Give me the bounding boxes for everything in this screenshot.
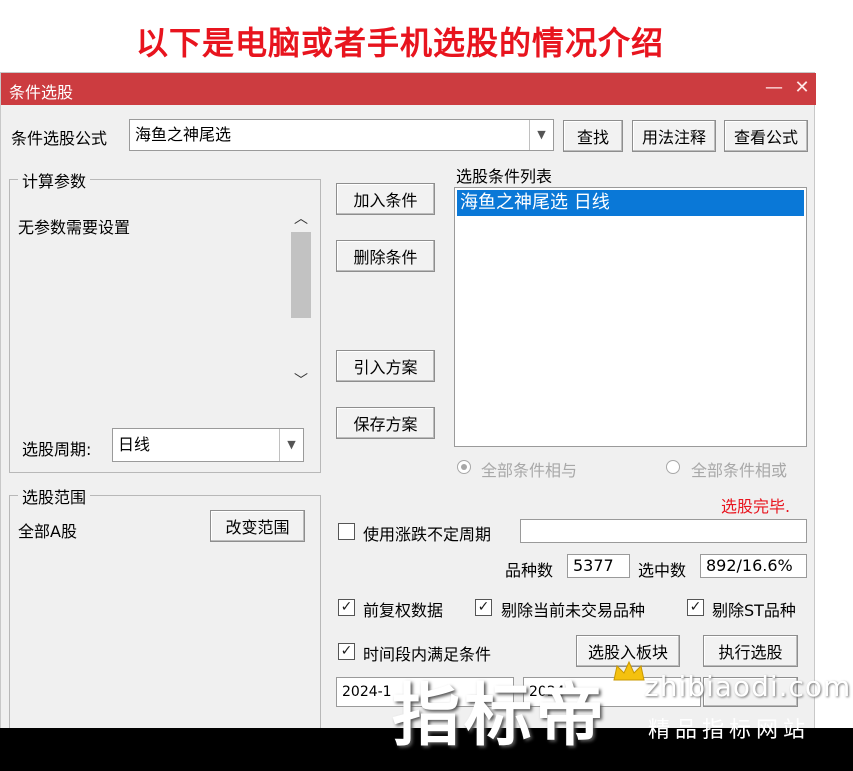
formula-value: 海鱼之神尾选 <box>135 125 232 144</box>
formula-select[interactable]: 海鱼之神尾选 ▼ <box>129 119 554 151</box>
import-scheme-button[interactable]: 引入方案 <box>336 350 435 382</box>
save-scheme-button[interactable]: 保存方案 <box>336 407 435 439</box>
exclude-st-label: 剔除ST品种 <box>712 601 796 620</box>
radio-and-label: 全部条件相与 <box>481 461 578 480</box>
stock-picker-window: 条件选股 — ✕ 条件选股公式 海鱼之神尾选 ▼ 查找 用法注释 查看公式 计算… <box>0 72 816 731</box>
change-scope-button[interactable]: 改变范围 <box>210 510 305 542</box>
radio-or[interactable] <box>666 460 680 474</box>
count-value: 5377 <box>567 554 630 578</box>
scope-group: 选股范围 全部A股 改变范围 <box>9 484 321 731</box>
condition-list-label: 选股条件列表 <box>456 167 553 186</box>
count-label: 品种数 <box>505 561 554 580</box>
exclude-untraded-checkbox[interactable]: ✓ <box>475 599 492 616</box>
scope-legend: 选股范围 <box>18 484 91 508</box>
params-legend: 计算参数 <box>18 168 91 192</box>
selected-label: 选中数 <box>638 561 687 580</box>
period-select[interactable]: 日线 ▼ <box>112 428 304 462</box>
exclude-st-checkbox[interactable]: ✓ <box>687 599 704 616</box>
scroll-thumb[interactable] <box>291 232 311 318</box>
minimize-icon[interactable]: — <box>763 77 785 99</box>
title-bar: 条件选股 — ✕ <box>1 73 816 105</box>
scroll-up-icon[interactable]: ︿ <box>290 208 312 230</box>
headline-banner: 以下是电脑或者手机选股的情况介绍 <box>135 24 664 62</box>
watermark-brand: 指标帝 <box>392 677 609 756</box>
condition-list[interactable]: 海鱼之神尾选 日线 <box>454 187 807 447</box>
selected-value: 892/16.6% <box>700 554 807 578</box>
time-range-checkbox[interactable]: ✓ <box>338 643 355 660</box>
usage-notes-button[interactable]: 用法注释 <box>632 120 716 152</box>
chevron-down-icon[interactable]: ▼ <box>279 429 303 461</box>
window-title: 条件选股 <box>9 83 74 102</box>
radio-and[interactable] <box>457 460 471 474</box>
view-formula-button[interactable]: 查看公式 <box>724 120 808 152</box>
radio-or-label: 全部条件相或 <box>691 461 788 480</box>
add-condition-button[interactable]: 加入条件 <box>336 183 435 215</box>
adjusted-data-checkbox[interactable]: ✓ <box>338 599 355 616</box>
variable-period-label: 使用涨跌不定周期 <box>363 525 492 544</box>
delete-condition-button[interactable]: 删除条件 <box>336 240 435 272</box>
scroll-down-icon[interactable]: ﹀ <box>290 370 312 392</box>
execute-selection-button[interactable]: 执行选股 <box>703 635 798 667</box>
period-value: 日线 <box>118 435 151 454</box>
variable-period-input[interactable] <box>520 519 807 543</box>
scope-value: 全部A股 <box>18 522 77 541</box>
params-scrollbar[interactable]: ︿ ﹀ <box>290 208 312 392</box>
crown-icon <box>613 660 645 681</box>
watermark-url: zhibiaodi.com <box>644 670 852 703</box>
watermark-tagline: 精品指标网站 <box>648 718 811 743</box>
variable-period-checkbox[interactable] <box>338 523 355 540</box>
exclude-untraded-label: 剔除当前未交易品种 <box>501 601 646 620</box>
adjusted-data-label: 前复权数据 <box>363 601 444 620</box>
status-text: 选股完毕. <box>721 497 791 516</box>
params-group: 计算参数 无参数需要设置 ︿ ﹀ 选股周期: 日线 ▼ <box>9 168 321 473</box>
formula-label: 条件选股公式 <box>11 129 108 148</box>
chevron-down-icon[interactable]: ▼ <box>529 120 553 150</box>
close-icon[interactable]: ✕ <box>791 77 813 99</box>
params-text: 无参数需要设置 <box>18 218 131 237</box>
period-label: 选股周期: <box>22 440 92 459</box>
radio-dot <box>461 464 467 470</box>
find-button[interactable]: 查找 <box>563 120 623 152</box>
list-item[interactable]: 海鱼之神尾选 日线 <box>457 190 804 216</box>
